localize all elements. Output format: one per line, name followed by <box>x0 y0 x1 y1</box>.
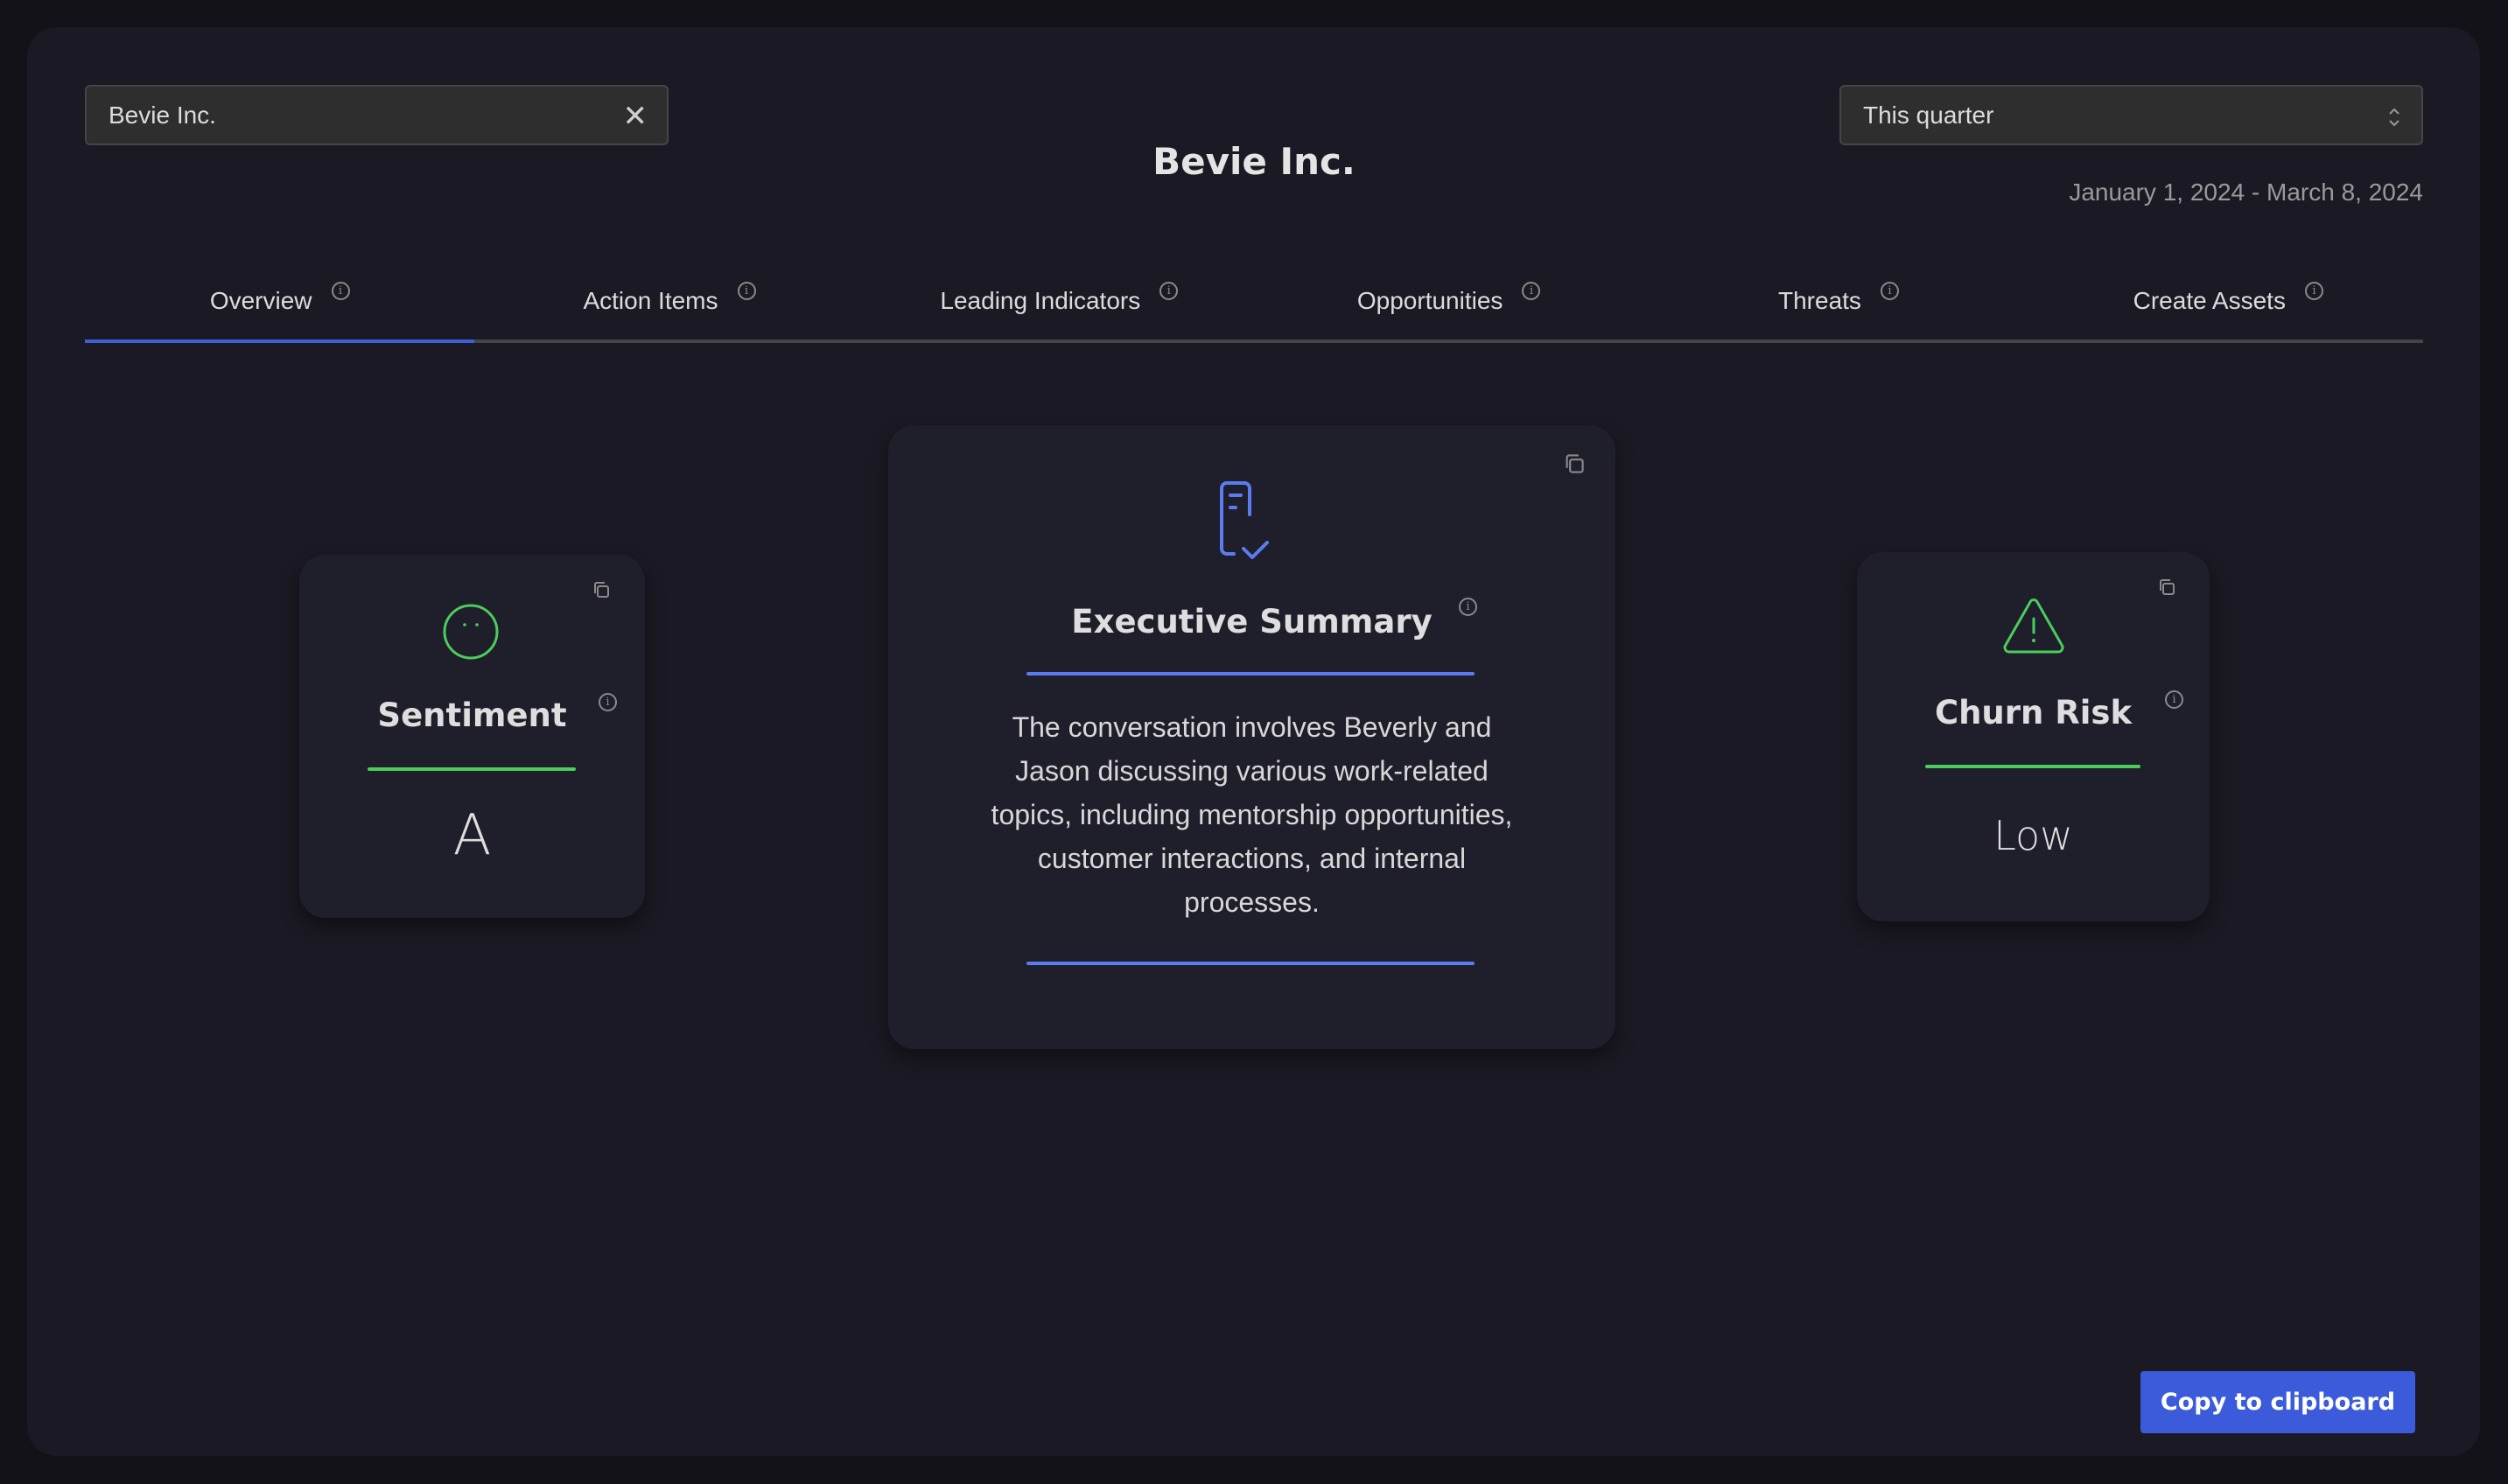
document-check-icon <box>1220 481 1269 559</box>
warning-triangle-icon <box>2003 598 2064 654</box>
tab-label: Overview <box>209 287 312 314</box>
info-icon[interactable]: i <box>737 282 756 300</box>
tab-label: Action Items <box>583 287 718 314</box>
churn-risk-card: Churn Risk i Low <box>1857 552 2210 921</box>
executive-summary-card: Executive Summary i The conversation inv… <box>888 425 1615 1049</box>
tab-bar: Overview i Action Items i Leading Indicato… <box>85 280 2423 343</box>
info-icon[interactable]: i <box>331 282 350 300</box>
executive-summary-text: The conversation involves Beverly and Ja… <box>991 711 1513 918</box>
copy-icon[interactable] <box>1564 453 1585 474</box>
page-title: Bevie Inc. <box>1152 140 1356 183</box>
period-select[interactable]: This quarter <box>1839 85 2423 145</box>
tab-label: Leading Indicators <box>940 287 1141 314</box>
copy-icon[interactable] <box>2158 578 2175 596</box>
churn-risk-value: Low <box>1993 812 2073 859</box>
tab-label: Create Assets <box>2133 287 2286 314</box>
divider <box>368 767 576 771</box>
neutral-face-icon <box>443 604 499 660</box>
info-icon[interactable]: i <box>1459 598 1477 616</box>
info-icon[interactable]: i <box>1159 282 1179 300</box>
info-icon[interactable]: i <box>599 693 617 711</box>
chevron-updown-icon <box>2389 108 2399 127</box>
divider <box>1026 962 1475 965</box>
tab-action-items[interactable]: Action Items i <box>474 280 864 340</box>
sentiment-value: A <box>452 803 492 868</box>
sentiment-title: Sentiment <box>377 696 567 734</box>
info-icon[interactable]: i <box>1522 282 1541 300</box>
divider <box>1026 672 1475 676</box>
search-value: Bevie Inc. <box>109 101 216 129</box>
sentiment-card: Sentiment i A <box>299 555 645 918</box>
tab-label: Opportunities <box>1356 287 1503 314</box>
tab-create-assets[interactable]: Create Assets i <box>2034 280 2423 340</box>
close-icon[interactable]: ✕ <box>623 99 648 134</box>
copy-to-clipboard-button[interactable]: Copy to clipboard <box>2140 1371 2415 1433</box>
tab-opportunities[interactable]: Opportunities i <box>1254 280 1643 340</box>
tab-overview[interactable]: Overview i <box>85 280 475 343</box>
info-icon[interactable]: i <box>1880 282 1899 300</box>
divider <box>1925 765 2140 768</box>
period-selected: This quarter <box>1863 101 1994 129</box>
date-range: January 1, 2024 - March 8, 2024 <box>2069 178 2423 206</box>
company-search-input[interactable]: Bevie Inc. ✕ <box>85 85 669 145</box>
tab-label: Threats <box>1778 287 1861 314</box>
copy-icon[interactable] <box>592 581 610 598</box>
executive-summary-title: Executive Summary <box>1071 603 1433 640</box>
tab-leading-indicators[interactable]: Leading Indicators i <box>865 280 1254 340</box>
tab-threats[interactable]: Threats i <box>1643 280 2033 340</box>
info-icon[interactable]: i <box>2304 282 2323 300</box>
info-icon[interactable]: i <box>2165 690 2183 709</box>
churn-risk-title: Churn Risk <box>1934 694 2133 732</box>
